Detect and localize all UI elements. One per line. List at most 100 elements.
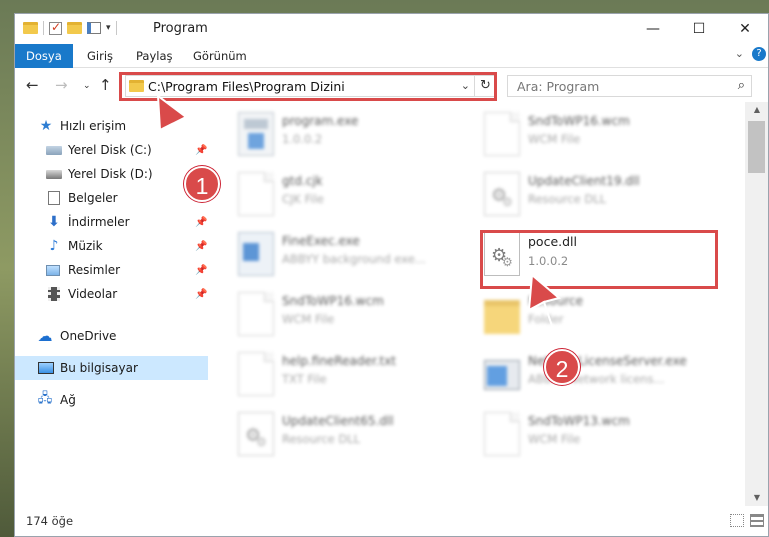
step-marker-1: 1 — [184, 166, 220, 202]
sidebar-item-this-pc[interactable]: Bu bilgisayar — [15, 356, 208, 380]
file-name: FineExec.exe — [282, 234, 360, 248]
file-tile[interactable]: FineExec.exe ABBYY background exe... — [210, 230, 440, 286]
file-type: WCM File — [282, 312, 335, 326]
minimize-button[interactable]: — — [630, 14, 676, 44]
status-bar: 174 öğe — [15, 506, 768, 536]
sidebar-item-music[interactable]: ♪ Müzik 📌 — [15, 234, 208, 258]
sidebar-item-label: Resimler — [68, 263, 121, 277]
properties-check-icon[interactable] — [49, 20, 62, 35]
computer-icon — [38, 362, 54, 374]
scroll-down-arrow-icon[interactable]: ▼ — [745, 490, 768, 506]
scrollbar-thumb[interactable] — [748, 121, 765, 173]
file-name: program.exe — [282, 114, 359, 128]
document-icon — [238, 172, 274, 216]
details-view-icon[interactable] — [730, 514, 744, 527]
recent-locations-chevron-icon[interactable]: ⌄ — [83, 81, 91, 91]
scroll-up-arrow-icon[interactable]: ▲ — [745, 102, 768, 118]
large-icons-view-icon[interactable] — [750, 514, 764, 527]
file-name: gtd.cjk — [282, 174, 323, 188]
toolbar-divider — [115, 21, 117, 35]
file-type: Folder — [528, 312, 564, 326]
file-name: UpdateClient19.dll — [528, 174, 640, 188]
file-tile[interactable]: Resource Folder — [456, 290, 686, 346]
file-name: UpdateClient65.dll — [282, 414, 394, 428]
file-tile[interactable]: ⚙ ⚙ UpdateClient19.dll Resource DLL — [456, 170, 686, 226]
tab-home[interactable]: Giriş — [87, 44, 113, 68]
up-arrow-icon[interactable]: ↑ — [99, 76, 112, 94]
properties-icon[interactable] — [87, 22, 101, 34]
pictures-icon — [46, 264, 60, 276]
address-bar-highlight — [119, 72, 497, 101]
file-tile[interactable]: help.fineReader.txt TXT File — [210, 350, 440, 406]
document-icon — [238, 352, 274, 396]
sidebar-item-local-disk-d[interactable]: Yerel Disk (D:) — [15, 162, 208, 186]
pin-icon[interactable]: 📌 — [195, 289, 207, 300]
folder-icon — [484, 300, 520, 334]
back-arrow-icon[interactable]: ← — [26, 76, 39, 94]
music-icon: ♪ — [49, 238, 59, 254]
tab-share[interactable]: Paylaş — [136, 44, 173, 68]
ribbon: Dosya Giriş Paylaş Görünüm ⌄ ? — [15, 44, 768, 68]
sidebar-item-label: Hızlı erişim — [60, 119, 127, 133]
file-tile[interactable]: SndToWP13.wcm WCM File — [456, 410, 686, 466]
file-list: program.exe 1.0.0.2 SndToWP16.wcm WCM Fi… — [210, 102, 745, 506]
document-icon — [484, 112, 520, 156]
sidebar-item-label: Müzik — [68, 239, 103, 253]
pin-icon[interactable]: 📌 — [195, 145, 207, 156]
sidebar-item-label: Bu bilgisayar — [60, 361, 138, 375]
file-tile[interactable]: gtd.cjk CJK File — [210, 170, 440, 226]
vertical-scrollbar[interactable]: ▲ ▼ — [745, 102, 768, 506]
drive-icon — [46, 169, 62, 179]
pin-icon[interactable]: 📌 — [195, 241, 207, 252]
file-type: CJK File — [282, 192, 324, 206]
sidebar-item-downloads[interactable]: ⬇ İndirmeler 📌 — [15, 210, 208, 234]
maximize-button[interactable]: ☐ — [676, 14, 722, 44]
pin-icon[interactable]: 📌 — [195, 265, 207, 276]
file-tile[interactable]: ⚙ ⚙ UpdateClient65.dll Resource DLL — [210, 410, 440, 466]
file-type: WCM File — [528, 132, 581, 146]
sidebar-item-videos[interactable]: Videolar 📌 — [15, 282, 208, 306]
quick-access-toolbar: ▾ — [23, 20, 117, 35]
sidebar-item-label: Belgeler — [68, 191, 118, 205]
file-tile[interactable]: SndToWP16.wcm WCM File — [210, 290, 440, 346]
document-icon — [48, 191, 60, 205]
sidebar-item-label: Yerel Disk (C:) — [68, 143, 152, 157]
expand-ribbon-chevron-icon[interactable]: ⌄ — [735, 47, 744, 60]
sidebar-item-label: Videolar — [68, 287, 118, 301]
sidebar-item-label: İndirmeler — [68, 215, 130, 229]
search-input[interactable]: Ara: Program — [517, 79, 599, 94]
file-type: ABBYY background exe... — [282, 252, 426, 266]
step-marker-2: 2 — [544, 349, 580, 385]
file-name: SndToWP16.wcm — [282, 294, 384, 308]
file-tile[interactable]: program.exe 1.0.0.2 — [210, 110, 440, 166]
document-icon — [238, 292, 274, 336]
customize-toolbar-dropdown-icon[interactable]: ▾ — [106, 23, 111, 33]
search-icon[interactable]: ⌕ — [738, 78, 745, 93]
sidebar-item-network[interactable]: 🖧 Ağ — [15, 388, 208, 412]
search-box[interactable]: Ara: Program ⌕ — [507, 75, 752, 97]
new-folder-icon[interactable] — [67, 22, 82, 34]
sidebar-item-quick-access[interactable]: ★ Hızlı erişim — [15, 114, 208, 138]
sidebar-item-label: Ağ — [60, 393, 76, 407]
pin-icon[interactable]: 📌 — [195, 217, 207, 228]
sidebar-item-onedrive[interactable]: ☁ OneDrive — [15, 324, 208, 348]
file-type: TXT File — [282, 372, 327, 386]
download-icon: ⬇ — [48, 214, 60, 230]
close-button[interactable]: ✕ — [722, 14, 768, 44]
sidebar-item-documents[interactable]: Belgeler — [15, 186, 208, 210]
forward-arrow-icon[interactable]: → — [55, 76, 68, 94]
file-tile[interactable]: SndToWP16.wcm WCM File — [456, 110, 686, 166]
window-icon — [484, 360, 520, 390]
file-name: SndToWP13.wcm — [528, 414, 630, 428]
sidebar-item-pictures[interactable]: Resimler 📌 — [15, 258, 208, 282]
gear-icon: ⚙ ⚙ — [238, 412, 274, 456]
window-controls: — ☐ ✕ — [630, 14, 768, 44]
tab-view[interactable]: Görünüm — [193, 44, 247, 68]
exe-icon — [238, 232, 274, 276]
star-icon: ★ — [39, 118, 53, 134]
sidebar-item-local-disk-c[interactable]: Yerel Disk (C:) 📌 — [15, 138, 208, 162]
help-icon[interactable]: ? — [752, 47, 766, 61]
file-type: WCM File — [528, 432, 581, 446]
cloud-icon: ☁ — [37, 327, 53, 345]
tab-file[interactable]: Dosya — [15, 44, 73, 68]
